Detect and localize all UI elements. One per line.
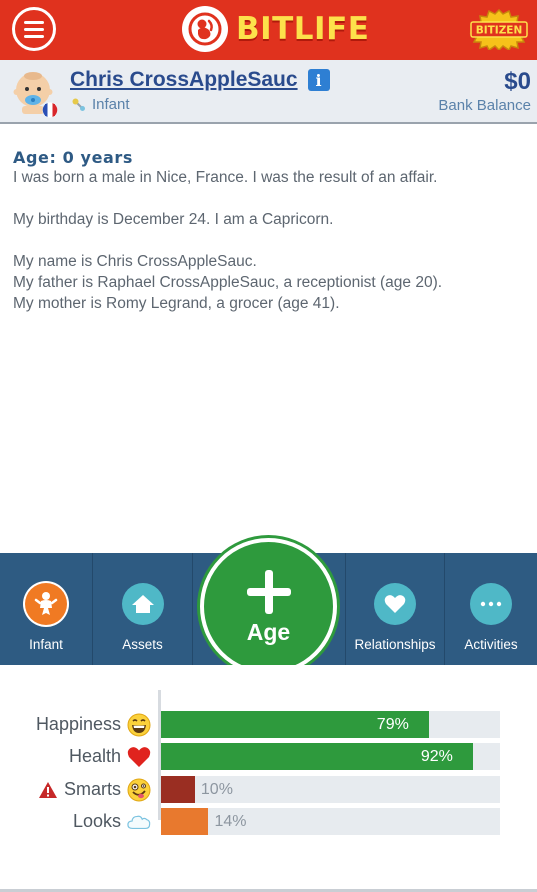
stat-value: 79% xyxy=(376,716,409,733)
nav-relationships[interactable]: Relationships xyxy=(345,553,445,665)
stat-row-happiness[interactable]: Happiness 79% xyxy=(0,711,537,738)
top-bar: BITLIFE BITIZEN xyxy=(0,0,537,60)
nav-activities[interactable]: Activities xyxy=(445,553,537,665)
nav-assets[interactable]: Assets xyxy=(93,553,193,665)
age-button-label: Age xyxy=(246,619,291,645)
stat-bar-fill xyxy=(161,776,195,803)
happiness-bar: 79% xyxy=(161,711,500,738)
stat-value: 10% xyxy=(200,781,233,798)
cloud-icon xyxy=(127,810,151,834)
smarts-bar: 10% xyxy=(161,776,500,803)
heart-icon xyxy=(374,583,416,625)
age-heading: Age: 0 years xyxy=(13,148,134,167)
warning-icon xyxy=(38,778,58,802)
rattle-icon xyxy=(72,98,85,111)
baby-avatar[interactable] xyxy=(10,68,60,118)
grinning-face-icon xyxy=(127,713,151,737)
nav-infant-label: Infant xyxy=(29,637,63,652)
stat-value: 92% xyxy=(420,748,453,765)
stat-label: Looks xyxy=(72,811,121,831)
france-flag-icon xyxy=(42,102,58,118)
stat-row-looks[interactable]: Looks 14% xyxy=(0,808,537,835)
balance-value: $0 xyxy=(504,68,531,95)
hamburger-icon[interactable] xyxy=(12,7,56,51)
stat-label: Happiness xyxy=(35,714,121,734)
bank-balance[interactable]: $0 Bank Balance xyxy=(438,68,531,114)
bitizen-badge-icon[interactable]: BITIZEN xyxy=(467,8,531,50)
stat-bar-fill xyxy=(161,808,209,835)
app-logo: BITLIFE xyxy=(182,6,369,52)
plus-icon xyxy=(246,570,291,614)
balance-label: Bank Balance xyxy=(438,97,531,114)
baby-icon xyxy=(25,583,67,625)
stat-row-smarts[interactable]: Smarts 10% xyxy=(0,776,537,803)
health-bar: 92% xyxy=(161,743,500,770)
stat-row-health[interactable]: Health 92% xyxy=(0,743,537,770)
stat-label: Health xyxy=(68,746,121,766)
stats-panel: Happiness 79% Health 92% Smarts 10% Look… xyxy=(0,665,537,892)
bitizen-badge-text: BITIZEN xyxy=(476,25,523,37)
zany-face-icon xyxy=(127,778,151,802)
log-line: My birthday is December 24. I am a Capri… xyxy=(13,211,334,228)
nav-relationships-label: Relationships xyxy=(354,637,436,652)
red-heart-icon xyxy=(127,745,151,769)
log-line: My name is Chris CrossAppleSauc. xyxy=(13,253,257,270)
stat-value: 14% xyxy=(214,813,247,830)
nav-infant[interactable]: Infant xyxy=(0,553,93,665)
nav-activities-label: Activities xyxy=(464,637,518,652)
age-button[interactable]: Age xyxy=(200,538,337,675)
log-line: My mother is Romy Legrand, a grocer (age… xyxy=(13,295,340,312)
log-line: I was born a male in Nice, France. I was… xyxy=(13,169,438,186)
log-line: My father is Raphael CrossAppleSauc, a r… xyxy=(13,274,443,291)
nav-assets-label: Assets xyxy=(122,637,163,652)
info-icon[interactable]: i xyxy=(307,69,330,91)
ellipsis-icon xyxy=(470,583,512,625)
life-stage-label: Infant xyxy=(92,96,130,113)
logo-text: BITLIFE xyxy=(236,11,370,47)
profile-header: Chris CrossAppleSauc i Infant $0 Bank Ba… xyxy=(0,60,537,124)
bitlife-logo-icon xyxy=(182,6,228,52)
character-name-link[interactable]: Chris CrossAppleSauc xyxy=(70,68,298,92)
life-log: Age: 0 years I was born a male in Nice, … xyxy=(13,148,528,314)
stat-label: Smarts xyxy=(63,779,121,799)
house-icon xyxy=(121,583,164,625)
looks-bar: 14% xyxy=(161,808,500,835)
